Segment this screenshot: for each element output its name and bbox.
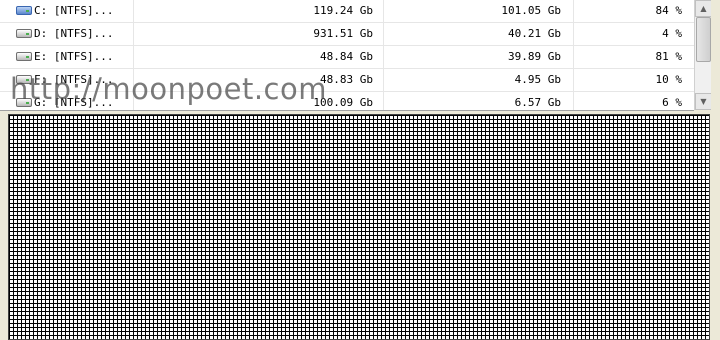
drive-free: 6.57 Gb [383,92,573,110]
drive-total: 119.24 Gb [133,0,383,22]
drive-row-e[interactable]: E: [NTFS]... 48.84 Gb 39.89 Gb 81 % [0,46,694,69]
drive-free-percent: 84 % [573,0,694,22]
scroll-up-arrow-icon[interactable]: ▲ [695,0,712,17]
drive-name: G: [NTFS]... [34,96,114,109]
drive-free: 40.21 Gb [383,23,573,45]
drive-row-c[interactable]: C: [NTFS]... 119.24 Gb 101.05 Gb 84 % [0,0,694,23]
drive-total: 100.09 Gb [133,92,383,110]
drive-total: 931.51 Gb [133,23,383,45]
drive-row-g[interactable]: G: [NTFS]... 100.09 Gb 6.57 Gb 6 % [0,92,694,110]
drive-free: 39.89 Gb [383,46,573,68]
drive-name-cell: D: [NTFS]... [14,23,134,45]
drive-name-cell: G: [NTFS]... [14,92,134,110]
drive-total: 48.84 Gb [133,46,383,68]
drive-row-d[interactable]: D: [NTFS]... 931.51 Gb 40.21 Gb 4 % [0,23,694,46]
drive-name: C: [NTFS]... [34,4,114,17]
drive-name-cell: F: [NTFS]... [14,69,134,91]
drive-free-percent: 6 % [573,92,694,110]
drive-name-cell: C: [NTFS]... [14,0,134,22]
drive-row-f[interactable]: F: [NTFS]... 48.83 Gb 4.95 Gb 10 % [0,69,694,92]
drive-name: D: [NTFS]... [34,27,114,40]
hard-drive-icon [16,75,32,84]
drive-free-percent: 10 % [573,69,694,91]
drive-list: C: [NTFS]... 119.24 Gb 101.05 Gb 84 % D:… [0,0,694,111]
system-drive-icon [16,6,32,15]
hard-drive-icon [16,98,32,107]
drive-free-percent: 4 % [573,23,694,45]
drive-free: 101.05 Gb [383,0,573,22]
drive-name: E: [NTFS]... [34,50,114,63]
scroll-thumb[interactable] [696,17,711,62]
drive-total: 48.83 Gb [133,69,383,91]
drive-name-cell: E: [NTFS]... [14,46,134,68]
hard-drive-icon [16,52,32,61]
disk-cluster-map [8,114,710,340]
defrag-window: C: [NTFS]... 119.24 Gb 101.05 Gb 84 % D:… [0,0,720,340]
drive-name: F: [NTFS]... [34,73,114,86]
scroll-down-arrow-icon[interactable]: ▼ [695,93,712,110]
window-edge [711,0,720,340]
drive-free: 4.95 Gb [383,69,573,91]
drive-free-percent: 81 % [573,46,694,68]
hard-drive-icon [16,29,32,38]
vertical-scrollbar[interactable]: ▲ ▼ [694,0,712,110]
